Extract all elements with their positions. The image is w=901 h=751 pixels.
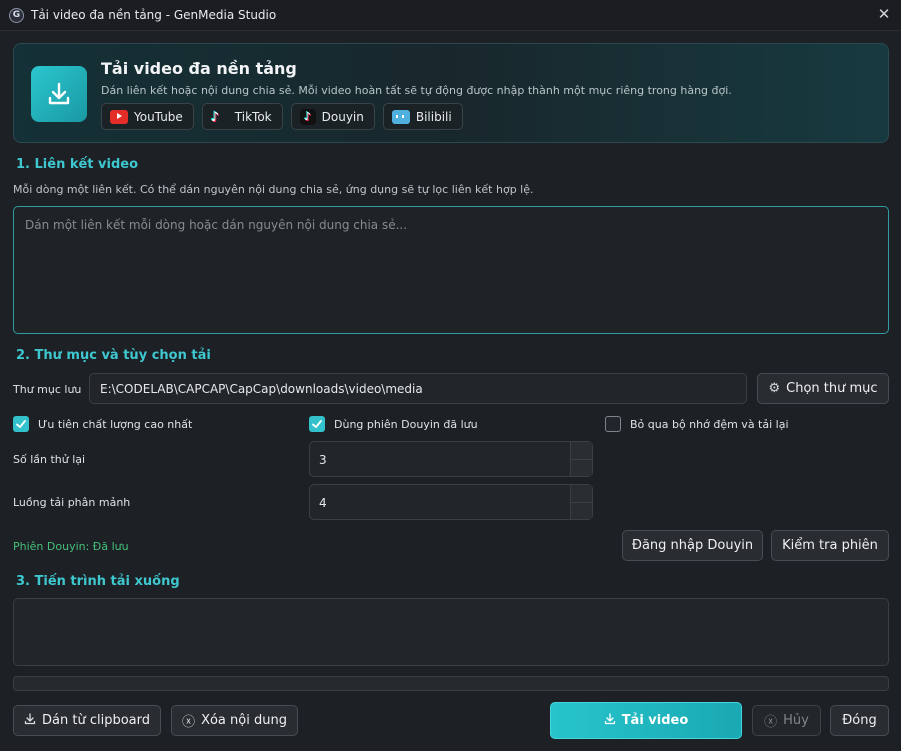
progress-bar — [13, 676, 889, 691]
threads-spinbox[interactable]: 4 — [309, 484, 593, 520]
progress-log — [13, 598, 889, 666]
youtube-icon — [110, 109, 128, 124]
window-close-icon[interactable]: ✕ — [876, 6, 892, 22]
retries-label: Số lần thử lại — [13, 453, 86, 466]
spin-down-button[interactable] — [571, 502, 592, 519]
spinbox-arrows[interactable] — [570, 442, 592, 476]
platform-chips: YouTube ♪ TikTok ♪ Douyin Bilibili — [101, 103, 463, 130]
download-video-button[interactable]: Tải video — [550, 702, 742, 739]
section-heading-progress: 3. Tiến trình tải xuống — [16, 574, 180, 589]
button-label: Đóng — [842, 713, 877, 728]
platform-chip-youtube: YouTube — [101, 103, 194, 130]
folder-label: Thư mục lưu — [13, 383, 82, 396]
section-heading-options: 2. Thư mục và tùy chọn tải — [16, 348, 211, 363]
checkbox-label: Ưu tiên chất lượng cao nhất — [38, 417, 193, 431]
cancel-button[interactable]: ⓧ Hủy — [752, 705, 821, 736]
checkbox-use-douyin-session[interactable]: Dùng phiên Douyin đã lưu — [309, 416, 478, 432]
app-logo-icon: G — [9, 8, 24, 23]
checkbox-checked-icon[interactable] — [13, 416, 29, 432]
checkbox-unchecked-icon[interactable] — [605, 416, 621, 432]
button-label: Kiểm tra phiên — [782, 538, 878, 553]
button-label: Hủy — [783, 713, 809, 728]
spin-up-button[interactable] — [571, 485, 592, 502]
platform-chip-bilibili: Bilibili — [382, 103, 463, 130]
button-label: Đăng nhập Douyin — [631, 538, 754, 553]
check-session-button[interactable]: Kiểm tra phiên — [771, 530, 889, 561]
button-label: Chọn thư mục — [786, 381, 878, 396]
folder-path-input[interactable] — [89, 373, 747, 404]
bilibili-icon — [391, 109, 410, 124]
checkbox-label: Bỏ qua bộ nhớ đệm và tải lại — [630, 417, 789, 431]
retries-value: 3 — [319, 453, 327, 467]
douyin-login-button[interactable]: Đăng nhập Douyin — [622, 530, 763, 561]
douyin-session-status: Phiên Douyin: Đã lưu — [13, 540, 129, 553]
spin-down-button[interactable] — [571, 459, 592, 476]
checkbox-checked-icon[interactable] — [309, 416, 325, 432]
spin-up-button[interactable] — [571, 442, 592, 459]
spinbox-arrows[interactable] — [570, 485, 592, 519]
links-input[interactable] — [13, 206, 889, 334]
page-subtitle: Dán liên kết hoặc nội dung chia sẻ. Mỗi … — [101, 84, 732, 97]
download-icon — [31, 66, 87, 122]
download-small-icon — [24, 712, 36, 729]
choose-folder-button[interactable]: ⚙ Chọn thư mục — [757, 373, 889, 404]
clear-content-button[interactable]: ⓧ Xóa nội dung — [171, 705, 298, 736]
section-heading-links: 1. Liên kết video — [16, 157, 139, 172]
platform-label: Douyin — [321, 109, 364, 124]
button-label: Dán từ clipboard — [42, 713, 150, 728]
platform-chip-douyin: ♪ Douyin — [290, 103, 375, 130]
platform-label: TikTok — [234, 109, 272, 124]
checkbox-best-quality[interactable]: Ưu tiên chất lượng cao nhất — [13, 416, 192, 432]
page-title: Tải video đa nền tảng — [101, 59, 297, 78]
platform-chip-tiktok: ♪ TikTok — [201, 103, 283, 130]
checkbox-label: Dùng phiên Douyin đã lưu — [334, 417, 478, 431]
clear-circle-icon: ⓧ — [182, 715, 196, 730]
platform-label: YouTube — [134, 109, 183, 124]
retries-spinbox[interactable]: 3 — [309, 441, 593, 477]
platform-label: Bilibili — [415, 109, 452, 124]
threads-value: 4 — [319, 496, 327, 510]
gear-icon: ⚙ — [768, 381, 781, 396]
download-small-icon — [604, 712, 616, 729]
paste-clipboard-button[interactable]: Dán từ clipboard — [13, 705, 161, 736]
close-button[interactable]: Đóng — [830, 705, 889, 736]
header-card: Tải video đa nền tảng Dán liên kết hoặc … — [13, 43, 889, 143]
checkbox-skip-cache[interactable]: Bỏ qua bộ nhớ đệm và tải lại — [605, 416, 789, 432]
window-title: Tải video đa nền tảng - GenMedia Studio — [31, 8, 277, 22]
links-hint: Mỗi dòng một liên kết. Có thể dán nguyên… — [13, 183, 534, 196]
douyin-icon: ♪ — [299, 108, 316, 125]
threads-label: Luồng tải phân mảnh — [13, 496, 131, 509]
cancel-circle-icon: ⓧ — [764, 715, 778, 730]
window-titlebar: G Tải video đa nền tảng - GenMedia Studi… — [0, 0, 901, 31]
tiktok-icon: ♪ — [210, 109, 220, 125]
button-label: Tải video — [621, 713, 689, 728]
button-label: Xóa nội dung — [201, 713, 287, 728]
